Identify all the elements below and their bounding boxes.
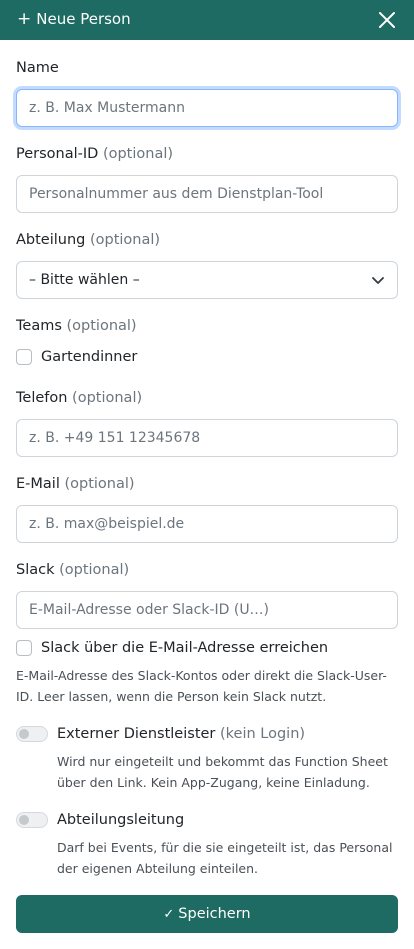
- personal-id-label: Personal-ID (optional): [16, 146, 174, 162]
- external-provider-help: Wird nur eingeteilt und bekommt das Func…: [57, 754, 388, 790]
- teams-label: Teams (optional): [16, 318, 137, 334]
- save-button[interactable]: ✓ Speichern: [16, 895, 398, 933]
- save-label: Speichern: [178, 906, 251, 922]
- slack-input[interactable]: [16, 591, 398, 629]
- department-head-toggle-row[interactable]: Abteilungsleitung: [16, 812, 184, 828]
- external-provider-label: Externer Dienstleister (kein Login): [57, 726, 306, 742]
- slack-email-checkbox[interactable]: [16, 640, 32, 656]
- personal-id-input[interactable]: [16, 175, 398, 213]
- department-selected: – Bitte wählen –: [29, 272, 140, 288]
- plus-icon: +: [17, 8, 32, 29]
- department-label: Abteilung (optional): [16, 232, 161, 248]
- name-input[interactable]: [16, 89, 398, 127]
- modal-title-text: Neue Person: [36, 10, 131, 28]
- department-head-label: Abteilungsleitung: [57, 812, 185, 828]
- slack-help-text: E-Mail-Adresse des Slack-Kontos oder dir…: [16, 668, 387, 704]
- department-head-help: Darf bei Events, für die sie eingeteilt …: [57, 840, 393, 876]
- modal-header: + Neue Person: [0, 0, 414, 40]
- team-checkbox[interactable]: [16, 349, 32, 365]
- external-provider-toggle[interactable]: [16, 726, 48, 742]
- modal-title: + Neue Person: [17, 10, 131, 28]
- phone-label: Telefon (optional): [16, 390, 143, 406]
- phone-input[interactable]: [16, 419, 398, 457]
- name-label: Name: [16, 60, 59, 76]
- external-provider-toggle-row[interactable]: Externer Dienstleister (kein Login): [16, 726, 305, 742]
- slack-email-option[interactable]: Slack über die E-Mail-Adresse erreichen: [16, 640, 328, 656]
- check-icon: ✓: [163, 906, 175, 922]
- close-icon[interactable]: [378, 11, 396, 29]
- email-label: E-Mail (optional): [16, 476, 135, 492]
- team-item-gartendinner[interactable]: Gartendinner: [16, 349, 137, 365]
- chevron-down-icon: [372, 277, 384, 284]
- team-label: Gartendinner: [41, 349, 138, 365]
- department-head-toggle[interactable]: [16, 812, 48, 828]
- email-input[interactable]: [16, 505, 398, 543]
- slack-email-label: Slack über die E-Mail-Adresse erreichen: [41, 640, 329, 656]
- department-select[interactable]: – Bitte wählen –: [16, 261, 398, 299]
- slack-label: Slack (optional): [16, 562, 130, 578]
